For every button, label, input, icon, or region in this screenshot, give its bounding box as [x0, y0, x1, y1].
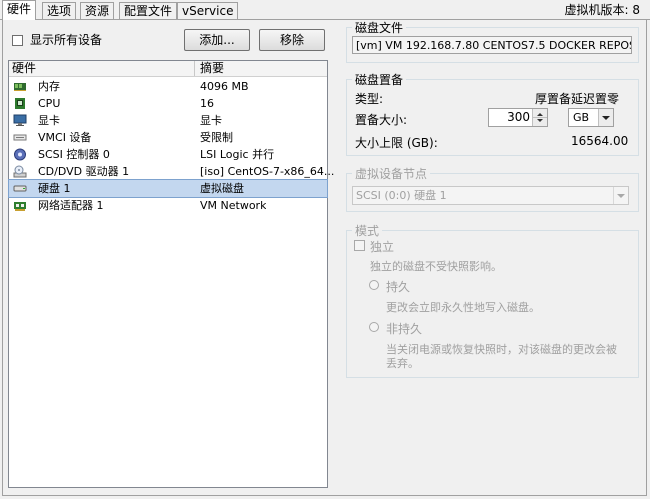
show-all-devices-checkbox[interactable] — [12, 35, 23, 46]
vmci-icon — [13, 134, 27, 141]
table-row[interactable]: VMCI 设备 受限制 — [9, 129, 327, 146]
network-adapter-icon — [14, 202, 26, 211]
tab-resources-label: 资源 — [85, 4, 110, 18]
vm-version-label: 虚拟机版本: 8 — [564, 3, 641, 17]
table-header: 硬件 摘要 — [9, 61, 327, 77]
tab-options-label: 选项 — [47, 4, 72, 18]
persistent-radio[interactable] — [369, 280, 379, 290]
column-header-hardware[interactable]: 硬件 — [12, 61, 36, 76]
chevron-down-icon — [602, 116, 610, 120]
nonpersistent-description-line2: 丢弃。 — [386, 357, 419, 370]
monitor-icon — [13, 114, 27, 126]
table-row[interactable]: 网络适配器 1 VM Network — [9, 197, 327, 214]
provisioned-size-value: 300 — [507, 110, 530, 124]
row-summary: VM Network — [200, 199, 267, 212]
scsi-controller-icon — [14, 148, 26, 161]
row-summary: 4096 MB — [200, 80, 249, 93]
row-name: CD/DVD 驱动器 1 — [38, 165, 130, 178]
tab-options[interactable]: 选项 — [42, 2, 77, 19]
size-unit-value: GB — [573, 111, 590, 124]
tab-resources[interactable]: 资源 — [80, 2, 115, 19]
max-size-value: 16564.00 — [571, 134, 629, 148]
row-name: CPU — [38, 97, 61, 110]
max-size-label: 大小上限 (GB): — [355, 136, 438, 150]
table-row[interactable]: SCSI 控制器 0 LSI Logic 并行 — [9, 146, 327, 163]
disk-file-path-field[interactable]: [vm] VM 192.168.7.80 CENTOS7.5 DOCKER RE… — [352, 36, 632, 54]
table-row[interactable]: CD/DVD 驱动器 1 [iso] CentOS-7-x86_64... — [9, 163, 334, 180]
provisioning-type-value: 厚置备延迟置零 — [535, 92, 620, 106]
tab-profiles-label: 配置文件 — [124, 4, 173, 18]
cpu-icon — [15, 98, 25, 109]
provisioning-type-label: 类型: — [355, 92, 384, 106]
row-summary: [iso] CentOS-7-x86_64... — [200, 165, 335, 178]
table-row[interactable]: 硬盘 1 虚拟磁盘 — [8, 179, 328, 198]
spinner-arrows-icon — [533, 113, 547, 122]
tab-hardware-label: 硬件 — [7, 2, 32, 16]
disk-file-title: 磁盘文件 — [352, 21, 407, 35]
provisioned-size-label: 置备大小: — [355, 113, 408, 127]
memory-icon — [14, 83, 26, 91]
hardware-table: 硬件 摘要 内存 4096 MB CPU 16 显卡 显卡 VMCI 设备 受限… — [8, 60, 334, 488]
hard-disk-icon — [13, 185, 27, 192]
provisioned-size-input[interactable]: 300 — [488, 108, 548, 127]
size-unit-dropdown[interactable] — [598, 109, 613, 126]
show-all-devices-label: 显示所有设备 — [30, 33, 103, 47]
persistent-description: 更改会立即永久性地写入磁盘。 — [386, 301, 540, 314]
nonpersistent-radio[interactable] — [369, 322, 379, 332]
row-summary: 显卡 — [200, 114, 222, 127]
tab-vservice-label: vService — [182, 4, 234, 18]
add-button[interactable]: 添加... — [184, 29, 250, 51]
disk-provisioning-title: 磁盘置备 — [352, 73, 407, 87]
table-row[interactable]: CPU 16 — [9, 95, 327, 112]
chevron-down-icon — [617, 194, 625, 198]
disk-file-path: [vm] VM 192.168.7.80 CENTOS7.5 DOCKER RE… — [356, 39, 631, 52]
row-summary: 虚拟磁盘 — [200, 182, 244, 195]
row-name: 网络适配器 1 — [38, 199, 104, 212]
table-row[interactable]: 内存 4096 MB — [9, 78, 327, 95]
tab-profiles[interactable]: 配置文件 — [119, 2, 178, 19]
nonpersistent-description-line1: 当关闭电源或恢复快照时，对该磁盘的更改会被 — [386, 343, 617, 356]
row-summary: 16 — [200, 97, 214, 110]
mode-title: 模式 — [352, 224, 383, 238]
node-dropdown[interactable] — [613, 187, 628, 204]
table-row[interactable]: 显卡 显卡 — [9, 112, 327, 129]
tab-vservice[interactable]: vService — [177, 2, 239, 19]
virtual-device-node-title: 虚拟设备节点 — [352, 167, 431, 181]
cd-dvd-icon — [13, 165, 27, 178]
size-spinner[interactable] — [532, 109, 547, 126]
row-summary: LSI Logic 并行 — [200, 148, 275, 161]
row-name: 内存 — [38, 80, 60, 93]
virtual-device-node-value: SCSI (0:0) 硬盘 1 — [356, 189, 447, 202]
nonpersistent-label: 非持久 — [386, 322, 423, 336]
row-name: 硬盘 1 — [38, 182, 71, 195]
independent-description: 独立的磁盘不受快照影响。 — [370, 260, 502, 273]
independent-label: 独立 — [370, 240, 395, 254]
row-summary: 受限制 — [200, 131, 233, 144]
persistent-label: 持久 — [386, 280, 411, 294]
tab-bar: 硬件 选项 资源 配置文件 vService 虚拟机版本: 8 — [0, 0, 650, 20]
row-name: VMCI 设备 — [38, 131, 92, 144]
size-unit-select[interactable]: GB — [568, 108, 614, 127]
independent-checkbox[interactable] — [354, 240, 365, 251]
virtual-device-node-select[interactable]: SCSI (0:0) 硬盘 1 — [352, 186, 629, 205]
tab-hardware[interactable]: 硬件 — [2, 0, 37, 20]
row-name: SCSI 控制器 0 — [38, 148, 110, 161]
remove-button[interactable]: 移除 — [259, 29, 325, 51]
column-separator[interactable] — [194, 61, 195, 76]
row-name: 显卡 — [38, 114, 60, 127]
column-header-summary[interactable]: 摘要 — [200, 61, 224, 76]
